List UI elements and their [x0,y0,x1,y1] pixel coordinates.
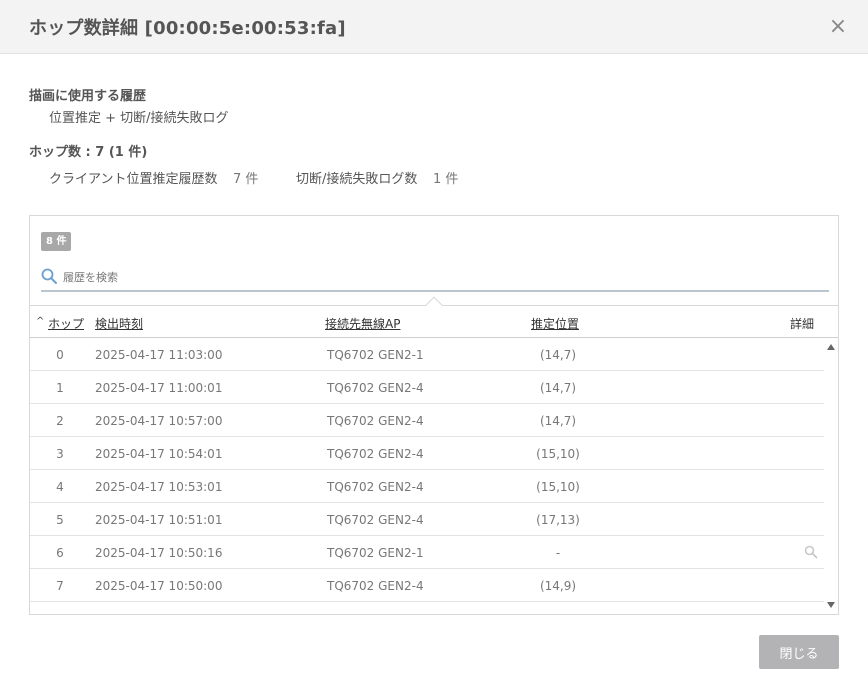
cell-position: (14,7) [539,414,577,428]
table-header: ^ ホップ 検出時刻 接続先無線AP 推定位置 詳細 [30,296,838,338]
cell-position: (14,7) [539,381,577,395]
table-scrollbar[interactable] [824,338,838,614]
dialog-title: ホップ数詳細 [00:00:5e:00:53:fa] [29,18,346,39]
column-header-hop[interactable]: ホップ [48,315,84,332]
search-icon [41,268,57,284]
search-input[interactable] [63,266,803,288]
cell-hop: 3 [56,447,64,461]
cell-ap: TQ6702 GEN2-4 [327,447,424,461]
client-history-label: クライアント位置推定履歴数 [49,172,218,187]
table-row[interactable]: 1 2025-04-17 11:00:01 TQ6702 GEN2-4 (14,7) [30,371,824,404]
cell-time: 2025-04-17 11:03:00 [95,348,223,362]
cell-time: 2025-04-17 10:57:00 [95,414,223,428]
column-header-ap[interactable]: 接続先無線AP [325,315,400,332]
history-value: 位置推定 + 切断/接続失敗ログ [49,111,229,126]
cell-position: (17,13) [536,513,580,527]
table-row[interactable]: 3 2025-04-17 10:54:01 TQ6702 GEN2-4 (15,10) [30,437,824,470]
failure-log-count: 1 件 [433,172,459,187]
cell-position: - [555,546,561,560]
table-body: 0 2025-04-17 11:03:00 TQ6702 GEN2-1 (14,7) 1… [30,338,824,614]
cell-ap: TQ6702 GEN2-1 [327,348,424,362]
scroll-down-icon[interactable] [827,602,835,608]
cell-hop: 5 [56,513,64,527]
failure-log-label: 切断/接続失敗ログ数 [296,172,418,187]
cell-ap: TQ6702 GEN2-4 [327,381,424,395]
cell-ap: TQ6702 GEN2-4 [327,414,424,428]
cell-position: (15,10) [536,447,580,461]
cell-time: 2025-04-17 10:53:01 [95,480,223,494]
cell-time: 2025-04-17 10:51:01 [95,513,223,527]
client-history-count: 7 件 [233,172,259,187]
cell-time: 2025-04-17 11:00:01 [95,381,223,395]
cell-hop: 4 [56,480,64,494]
close-button[interactable]: 閉じる [759,635,839,669]
cell-hop: 7 [56,579,64,593]
table-row[interactable]: 5 2025-04-17 10:51:01 TQ6702 GEN2-4 (17,13) [30,503,824,536]
search-box [41,262,829,292]
scroll-up-icon[interactable] [827,344,835,350]
table-row[interactable]: 6 2025-04-17 10:50:16 TQ6702 GEN2-1 - [30,536,824,569]
table-row[interactable]: 7 2025-04-17 10:50:00 TQ6702 GEN2-4 (14,9) [30,569,824,602]
cell-time: 2025-04-17 10:50:00 [95,579,223,593]
column-header-detail: 詳細 [790,317,815,331]
count-badge: 8 件 [41,232,72,251]
column-header-time[interactable]: 検出時刻 [95,315,143,332]
cell-hop: 0 [56,348,64,362]
cell-hop: 1 [56,381,64,395]
header-notch [425,296,443,314]
close-icon[interactable]: × [828,16,848,38]
cell-ap: TQ6702 GEN2-4 [327,579,424,593]
table-row[interactable]: 4 2025-04-17 10:53:01 TQ6702 GEN2-4 (15,10) [30,470,824,503]
cell-position: (14,9) [539,579,577,593]
history-label: 描画に使用する履歴 [29,89,147,104]
cell-position: (14,7) [539,348,577,362]
magnifier-icon[interactable] [804,545,818,559]
cell-ap: TQ6702 GEN2-1 [327,546,424,560]
cell-hop: 6 [56,546,64,560]
cell-time: 2025-04-17 10:54:01 [95,447,223,461]
column-header-position[interactable]: 推定位置 [531,315,579,332]
dialog-header: ホップ数詳細 [00:00:5e:00:53:fa] × [0,0,868,54]
history-panel: 8 件 ^ ホップ 検出時刻 接続先無線AP 推定位置 詳細 0 2025-04-… [29,215,839,615]
cell-ap: TQ6702 GEN2-4 [327,480,424,494]
cell-time: 2025-04-17 10:50:16 [95,546,223,560]
cell-ap: TQ6702 GEN2-4 [327,513,424,527]
cell-position: (15,10) [536,480,580,494]
hops-label: ホップ数 : 7 (1 件) [29,145,148,160]
table-row[interactable]: 2 2025-04-17 10:57:00 TQ6702 GEN2-4 (14,7) [30,404,824,437]
table-row[interactable]: 0 2025-04-17 11:03:00 TQ6702 GEN2-1 (14,7) [30,338,824,371]
cell-hop: 2 [56,414,64,428]
sort-ascending-icon: ^ [36,316,45,327]
